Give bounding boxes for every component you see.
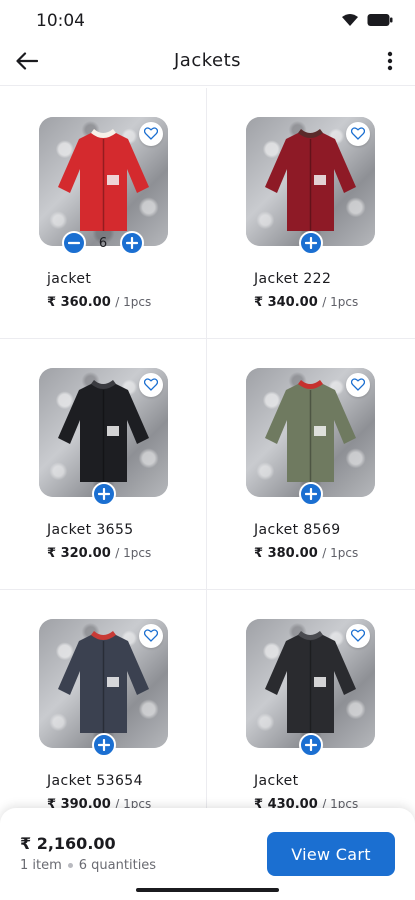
status-icons bbox=[341, 12, 393, 31]
product-card[interactable]: Jacket ₹ 430.00 / 1pcs bbox=[207, 590, 414, 840]
product-name: jacket bbox=[47, 271, 92, 287]
plus-icon bbox=[304, 234, 318, 253]
product-card[interactable]: 6 jacket ₹ 360.00 / 1pcs bbox=[0, 88, 207, 338]
product-name: Jacket bbox=[254, 773, 299, 789]
plus-icon bbox=[97, 736, 111, 755]
page-title: Jackets bbox=[173, 50, 242, 71]
cart-summary: 1 item 6 quantities bbox=[20, 858, 156, 873]
add-to-cart-button[interactable] bbox=[299, 231, 323, 255]
add-to-cart-button[interactable] bbox=[299, 733, 323, 757]
quantity-value: 6 bbox=[98, 235, 108, 251]
price-unit: / 1pcs bbox=[115, 295, 152, 309]
favorite-button[interactable] bbox=[346, 122, 370, 146]
wifi-icon bbox=[341, 12, 359, 31]
add-to-cart-button[interactable] bbox=[92, 733, 116, 757]
more-options-button[interactable] bbox=[379, 48, 401, 78]
price-unit: / 1pcs bbox=[322, 546, 359, 560]
product-row: Jacket 53654 ₹ 390.00 / 1pcs Jacket ₹ 430.0… bbox=[0, 590, 415, 841]
product-image[interactable] bbox=[246, 619, 375, 748]
product-grid: 6 jacket ₹ 360.00 / 1pcs Jacket 222 ₹ 340.00… bbox=[0, 88, 415, 841]
favorite-button[interactable] bbox=[346, 373, 370, 397]
heart-icon bbox=[143, 376, 159, 395]
product-image[interactable] bbox=[39, 619, 168, 748]
product-card[interactable]: Jacket 8569 ₹ 380.00 / 1pcs bbox=[207, 339, 414, 589]
price-unit: / 1pcs bbox=[322, 295, 359, 309]
price-value: ₹ 320.00 bbox=[47, 546, 111, 561]
heart-icon bbox=[143, 125, 159, 144]
product-image[interactable] bbox=[246, 368, 375, 497]
battery-icon bbox=[367, 12, 393, 31]
product-row: 6 jacket ₹ 360.00 / 1pcs Jacket 222 ₹ 340.00… bbox=[0, 88, 415, 339]
heart-icon bbox=[143, 627, 159, 646]
product-price: ₹ 380.00 / 1pcs bbox=[254, 546, 358, 561]
product-row: Jacket 3655 ₹ 320.00 / 1pcs Jacket 8569 ₹ 3… bbox=[0, 339, 415, 590]
increase-quantity-button[interactable] bbox=[120, 231, 144, 255]
heart-icon bbox=[350, 627, 366, 646]
home-indicator bbox=[136, 888, 279, 892]
cart-quantity-count: 6 quantities bbox=[78, 858, 157, 873]
product-name: Jacket 3655 bbox=[47, 522, 134, 538]
product-name: Jacket 53654 bbox=[47, 773, 143, 789]
cart-total: ₹ 2,160.00 bbox=[20, 834, 116, 853]
separator-dot bbox=[67, 863, 73, 868]
decrease-quantity-button[interactable] bbox=[62, 231, 86, 255]
product-image[interactable] bbox=[39, 368, 168, 497]
price-value: ₹ 380.00 bbox=[254, 546, 318, 561]
price-value: ₹ 360.00 bbox=[47, 295, 111, 310]
product-image[interactable] bbox=[39, 117, 168, 246]
plus-icon bbox=[304, 736, 318, 755]
plus-icon bbox=[97, 485, 111, 504]
minus-icon bbox=[67, 234, 81, 253]
favorite-button[interactable] bbox=[139, 624, 163, 648]
status-time: 10:04 bbox=[36, 11, 85, 31]
price-value: ₹ 340.00 bbox=[254, 295, 318, 310]
plus-icon bbox=[304, 485, 318, 504]
product-price: ₹ 320.00 / 1pcs bbox=[47, 546, 151, 561]
price-unit: / 1pcs bbox=[115, 546, 152, 560]
add-to-cart-button[interactable] bbox=[299, 482, 323, 506]
app-bar: Jackets bbox=[0, 40, 415, 86]
plus-icon bbox=[125, 234, 139, 253]
product-name: Jacket 222 bbox=[254, 271, 332, 287]
cart-item-count: 1 item bbox=[20, 858, 62, 873]
favorite-button[interactable] bbox=[346, 624, 370, 648]
product-image[interactable] bbox=[246, 117, 375, 246]
quantity-stepper: 6 bbox=[62, 231, 144, 255]
product-price: ₹ 340.00 / 1pcs bbox=[254, 295, 358, 310]
favorite-button[interactable] bbox=[139, 122, 163, 146]
heart-icon bbox=[350, 376, 366, 395]
status-bar: 10:04 bbox=[0, 0, 415, 40]
view-cart-button[interactable]: View Cart bbox=[267, 832, 395, 876]
favorite-button[interactable] bbox=[139, 373, 163, 397]
add-to-cart-button[interactable] bbox=[92, 482, 116, 506]
product-card[interactable]: Jacket 3655 ₹ 320.00 / 1pcs bbox=[0, 339, 207, 589]
cart-summary-bar: ₹ 2,160.00 1 item 6 quantities View Cart bbox=[0, 808, 415, 900]
product-price: ₹ 360.00 / 1pcs bbox=[47, 295, 151, 310]
product-card[interactable]: Jacket 53654 ₹ 390.00 / 1pcs bbox=[0, 590, 207, 840]
more-vertical-icon bbox=[387, 51, 393, 75]
heart-icon bbox=[350, 125, 366, 144]
product-name: Jacket 8569 bbox=[254, 522, 341, 538]
product-card[interactable]: Jacket 222 ₹ 340.00 / 1pcs bbox=[207, 88, 414, 338]
